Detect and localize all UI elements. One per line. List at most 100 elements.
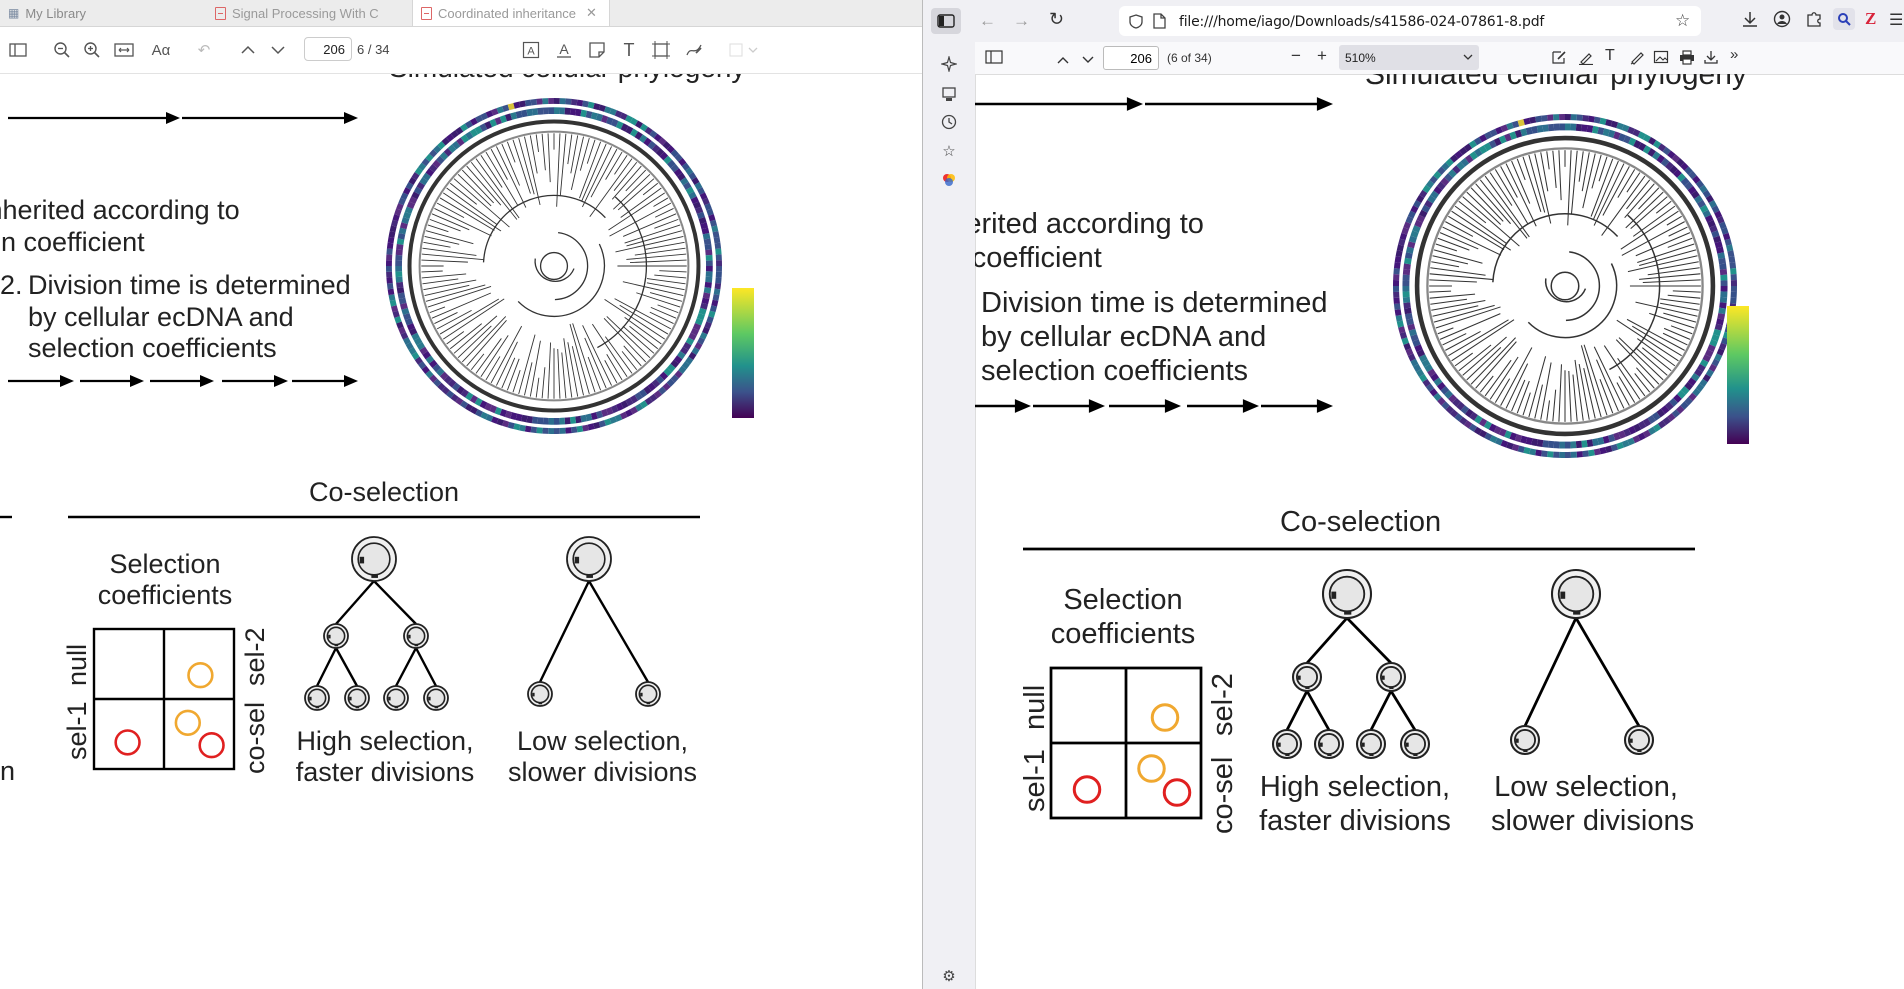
- coselection-heading: Co-selection: [1280, 506, 1442, 538]
- sidebar-icon: [937, 14, 955, 28]
- svg-text:A: A: [527, 46, 535, 58]
- draw-icon[interactable]: [683, 38, 705, 62]
- settings-gear-icon[interactable]: ⚙: [939, 966, 959, 986]
- zoom-select[interactable]: 510%: [1339, 45, 1479, 70]
- previous-page-icon[interactable]: [1056, 52, 1070, 70]
- close-icon[interactable]: ✕: [586, 5, 597, 21]
- zoom-in-icon[interactable]: [80, 38, 104, 62]
- chevron-up-icon[interactable]: [236, 38, 260, 62]
- downloads-icon[interactable]: [1741, 10, 1759, 33]
- more-tools-icon[interactable]: »: [1730, 46, 1738, 63]
- select-area-icon[interactable]: [650, 38, 672, 62]
- save-icon[interactable]: [1703, 49, 1719, 70]
- print-icon[interactable]: [1679, 50, 1695, 70]
- highlight-icon[interactable]: [1578, 49, 1594, 70]
- chevron-down-icon: [1463, 54, 1473, 60]
- zoom-out-button[interactable]: −: [1291, 46, 1301, 66]
- division-text-line3: selection coefficients: [28, 333, 277, 363]
- extensions-icon[interactable]: [1805, 10, 1823, 33]
- division-text-line1: Division time is determined: [28, 270, 351, 300]
- low-selection-line1: Low selection,: [1494, 771, 1678, 803]
- extension-colors-icon[interactable]: [939, 170, 959, 190]
- bookmarks-icon[interactable]: ☆: [939, 141, 959, 161]
- note-icon[interactable]: [586, 38, 608, 62]
- inherit-text-line1: Inherited according to: [975, 208, 1204, 240]
- url-text: file:///home/iago/Downloads/s41586-024-0…: [1179, 14, 1545, 30]
- color-picker-icon[interactable]: [728, 38, 762, 62]
- reload-icon[interactable]: ↻: [1049, 9, 1064, 30]
- tab-label: My Library: [25, 5, 87, 21]
- url-bar[interactable]: file:///home/iago/Downloads/s41586-024-0…: [1119, 6, 1701, 36]
- selection-label-line1: Selection: [1063, 584, 1183, 616]
- appearance-button[interactable]: Aα: [146, 38, 176, 62]
- pdf-sidebar-toggle-icon[interactable]: [985, 50, 1003, 69]
- division-text-line2: by cellular ecDNA and: [28, 302, 294, 332]
- grid-label-sel2: sel-2: [1207, 673, 1239, 736]
- figure-title: Simulated cellular phylogeny: [1365, 74, 1747, 91]
- low-selection-line2: slower divisions: [1491, 805, 1695, 837]
- zoom-in-button[interactable]: +: [1317, 46, 1327, 66]
- sidebar-toggle-icon[interactable]: [6, 38, 30, 62]
- bookmark-star-icon[interactable]: ☆: [1675, 11, 1690, 31]
- sidebar-button[interactable]: [931, 8, 961, 34]
- zotero-window: ▦ My Library Signal Processing With C Co…: [0, 0, 922, 989]
- grid-label-cosel: co-sel: [240, 701, 270, 774]
- undo-icon[interactable]: ↶: [192, 38, 216, 62]
- account-icon[interactable]: [1773, 10, 1791, 33]
- zoom-out-icon[interactable]: [50, 38, 74, 62]
- truncated-text: n: [0, 756, 16, 786]
- selection-label-line2: coefficients: [1050, 618, 1196, 650]
- edit-pdf-icon[interactable]: [1551, 49, 1567, 70]
- text-tool-icon[interactable]: T: [618, 38, 640, 62]
- tab-coordinated-inheritance[interactable]: Coordinated inheritance ✕: [412, 0, 610, 26]
- inherit-text-line2: ion coefficient: [975, 242, 1102, 274]
- underline-text-icon[interactable]: A: [553, 38, 575, 62]
- page-number-input[interactable]: [304, 37, 352, 61]
- grid-label-sel2: sel-2: [240, 627, 270, 686]
- pdf-page-input[interactable]: [1103, 46, 1159, 70]
- synced-tabs-icon[interactable]: [939, 84, 959, 104]
- add-text-icon[interactable]: T: [1605, 47, 1615, 65]
- pdf-toolbar: (6 of 34) − + 510% T »: [975, 42, 1904, 75]
- draw-icon[interactable]: [1629, 49, 1645, 70]
- low-selection-line1: Low selection,: [516, 726, 689, 756]
- page-icon: [1153, 13, 1166, 29]
- forward-icon[interactable]: →: [1013, 11, 1030, 31]
- high-selection-line1: High selection,: [1259, 771, 1451, 803]
- zoom-value: 510%: [1345, 50, 1376, 65]
- library-icon: ▦: [8, 6, 20, 20]
- tab-bar: ▦ My Library Signal Processing With C Co…: [0, 0, 922, 27]
- navigation-bar: ← → ↻ file:///home/iago/Downloads/s41586…: [923, 0, 1904, 42]
- highlight-text-icon[interactable]: A: [520, 38, 542, 62]
- selection-label-line1: Selection: [109, 549, 221, 579]
- grid-label-null: null: [1019, 684, 1051, 730]
- chevron-down-icon[interactable]: [266, 38, 290, 62]
- tab-my-library[interactable]: ▦ My Library: [0, 0, 165, 26]
- svg-text:A: A: [559, 41, 569, 57]
- grid-label-sel1: sel-1: [62, 701, 92, 760]
- next-page-icon[interactable]: [1081, 52, 1095, 70]
- division-text-line3: selection coefficients: [981, 355, 1249, 387]
- pdf-figure-text: Simulated cellular phylogeny Inherited ac…: [0, 74, 922, 989]
- inherit-text-line2: ion coefficient: [0, 227, 145, 257]
- search-extension-icon[interactable]: [1833, 8, 1855, 30]
- history-icon[interactable]: [939, 112, 959, 132]
- back-icon[interactable]: ←: [979, 11, 996, 31]
- high-selection-line2: faster divisions: [295, 757, 475, 787]
- tab-signal-processing[interactable]: Signal Processing With C: [207, 0, 407, 26]
- menu-icon[interactable]: ☰: [1889, 10, 1903, 30]
- figure-title: Simulated cellular phylogeny: [389, 74, 745, 84]
- low-selection-line2: slower divisions: [507, 757, 698, 787]
- reader-toolbar: Aα ↶ 6 / 34 A A T: [0, 27, 922, 74]
- zotero-connector-icon[interactable]: Z: [1865, 9, 1876, 29]
- division-text-line2: by cellular ecDNA and: [981, 321, 1267, 353]
- coselection-heading: Co-selection: [309, 477, 460, 507]
- tab-label: Signal Processing With C: [232, 5, 379, 21]
- division-number: 2.: [0, 270, 23, 300]
- pdf-icon: [215, 6, 226, 20]
- add-image-icon[interactable]: [1653, 49, 1669, 70]
- ai-chatbot-icon[interactable]: [939, 54, 959, 74]
- grid-label-cosel: co-sel: [1207, 756, 1239, 834]
- tab-label: Coordinated inheritance: [438, 5, 577, 21]
- fit-width-icon[interactable]: [112, 38, 136, 62]
